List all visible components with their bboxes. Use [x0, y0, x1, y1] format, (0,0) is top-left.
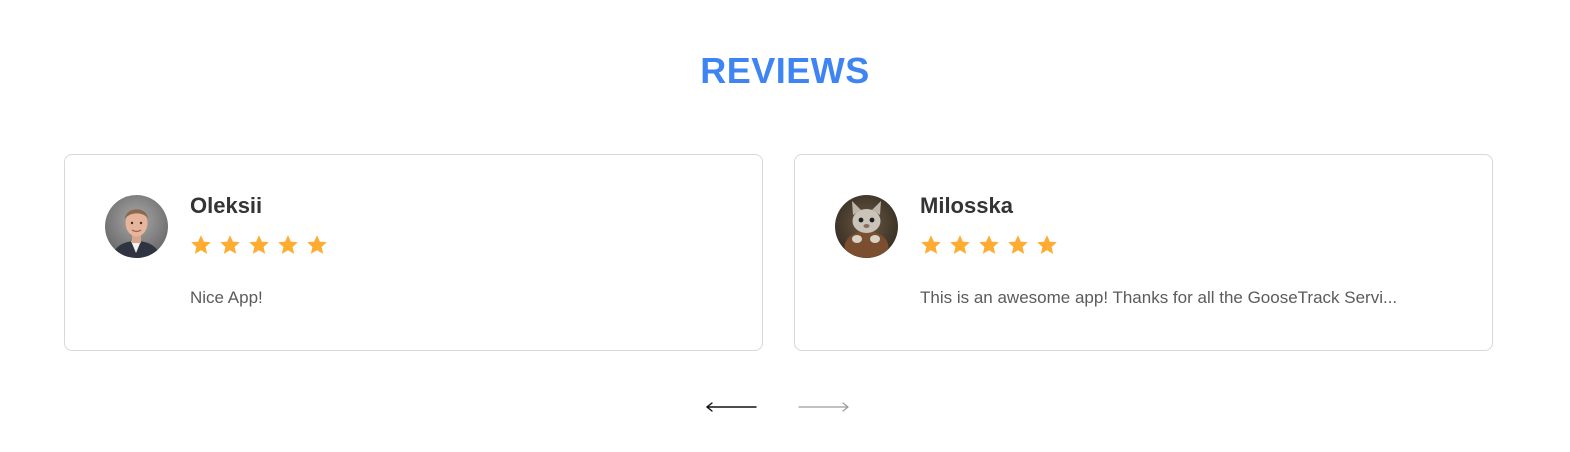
star-icon — [950, 235, 970, 254]
cat-photo-avatar-icon — [835, 195, 898, 258]
arrow-right-icon — [798, 402, 849, 412]
star-icon — [191, 235, 211, 254]
review-text: This is an awesome app! Thanks for all t… — [920, 288, 1398, 307]
star-icon — [249, 235, 269, 254]
section-title: REVIEWS — [700, 50, 870, 91]
reviewer-name: Oleksii — [190, 193, 263, 218]
star-icon — [979, 235, 999, 254]
star-icon — [307, 235, 327, 254]
reviews-slider: Oleksii Nice App! Milosska This is an aw… — [64, 154, 1493, 351]
star-icon — [220, 235, 240, 254]
star-icon — [1037, 235, 1057, 254]
avatar — [835, 195, 898, 258]
star-icon — [921, 235, 941, 254]
arrow-left-icon — [705, 402, 757, 412]
next-slide-button[interactable] — [797, 396, 851, 418]
user-photo-avatar-icon — [105, 195, 168, 258]
reviewer-name: Milosska — [920, 193, 1013, 218]
rating-stars — [189, 233, 329, 257]
review-text: Nice App! — [190, 288, 263, 307]
rating-stars — [919, 233, 1059, 257]
avatar — [105, 195, 168, 258]
review-card: Oleksii Nice App! — [64, 154, 763, 351]
star-icon — [278, 235, 298, 254]
slider-navigation — [0, 396, 1570, 418]
review-card: Milosska This is an awesome app! Thanks … — [794, 154, 1493, 351]
reviews-section: REVIEWS Oleksii Nice App! Milosska This … — [0, 0, 1570, 452]
star-icon — [1008, 235, 1028, 254]
prev-slide-button[interactable] — [704, 396, 758, 418]
